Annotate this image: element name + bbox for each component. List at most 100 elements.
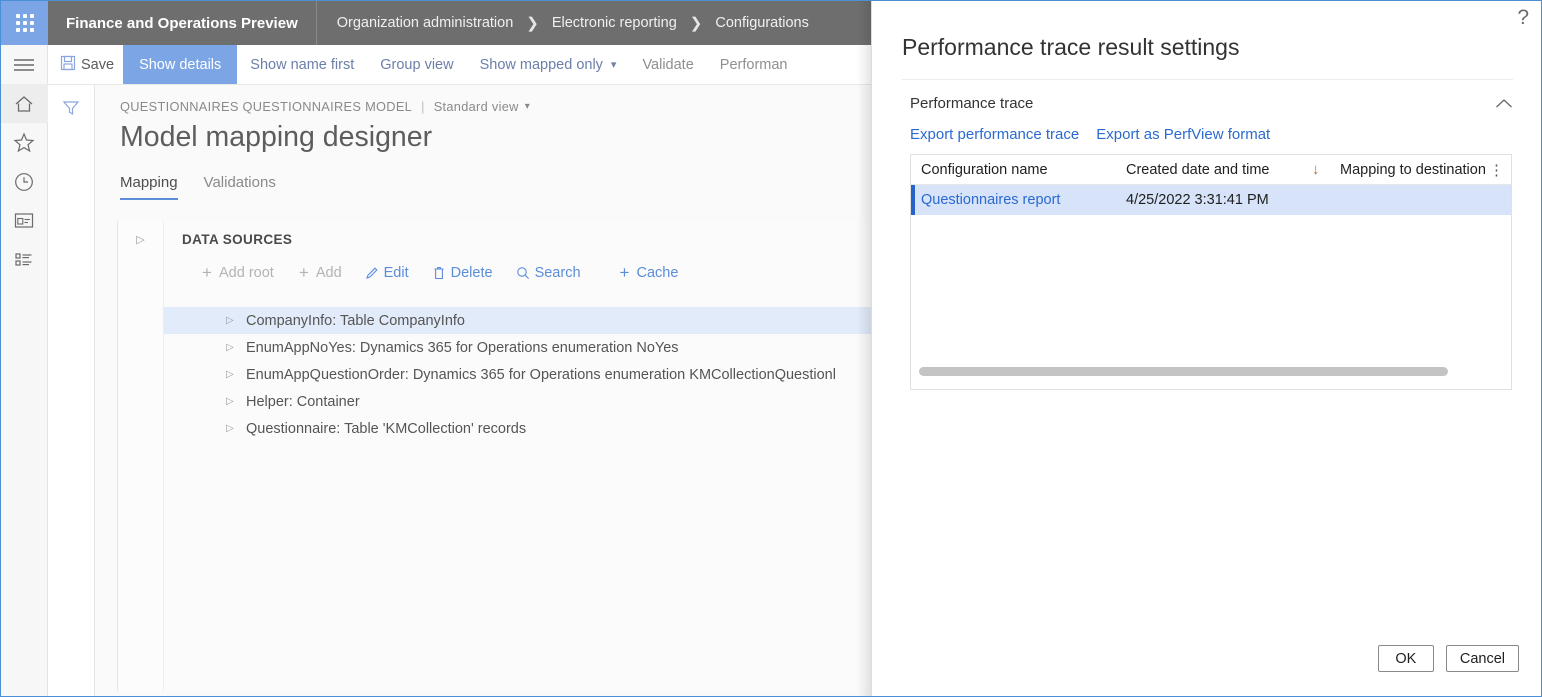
show-details-button[interactable]: Show details (123, 45, 238, 84)
tree-item-label: Questionnaire: Table 'KMCollection' reco… (246, 420, 527, 437)
expand-caret-icon[interactable]: ▷ (226, 396, 234, 407)
dialog-overlay-shadow (857, 1, 871, 696)
context-separator: | (421, 99, 425, 114)
pencil-icon (365, 266, 379, 280)
dialog-footer: OK Cancel (1377, 645, 1519, 672)
trash-icon (432, 266, 446, 280)
performance-trace-result-settings-dialog: ? Performance trace result settings Perf… (871, 1, 1541, 696)
help-icon[interactable]: ? (1517, 7, 1529, 28)
cancel-button[interactable]: Cancel (1445, 645, 1519, 672)
breadcrumb-item-electronic-reporting[interactable]: Electronic reporting (552, 15, 677, 31)
list-icon (13, 250, 35, 269)
chevron-up-icon[interactable] (1495, 98, 1513, 109)
tree-item-label: EnumAppNoYes: Dynamics 365 for Operation… (246, 339, 679, 356)
star-icon (13, 132, 35, 153)
view-selector[interactable]: Standard view ▾ (434, 99, 530, 114)
table-row[interactable]: Questionnaires report 4/25/2022 3:31:41 … (911, 185, 1511, 215)
cell-created-date-and-time: 4/25/2022 3:31:41 PM (1126, 192, 1269, 208)
plus-icon: + (298, 263, 309, 282)
ok-button[interactable]: OK (1377, 645, 1434, 672)
performance-trace-section-header: Performance trace (872, 80, 1541, 112)
add-root-button[interactable]: + Add root (190, 260, 284, 285)
clock-icon (13, 171, 35, 193)
edit-label: Edit (383, 264, 409, 281)
search-icon (516, 266, 530, 280)
search-button[interactable]: Search (506, 261, 591, 285)
hamburger-icon (13, 57, 35, 73)
add-button[interactable]: + Add (287, 260, 352, 285)
section-title: Performance trace (910, 95, 1034, 112)
row-selection-accent (911, 185, 915, 215)
left-navigation-rail (1, 45, 48, 696)
grid-horizontal-scrollbar[interactable] (911, 367, 1511, 379)
column-header-created-date-and-time[interactable]: Created date and time (1126, 162, 1312, 178)
export-performance-trace-link[interactable]: Export performance trace (910, 126, 1079, 143)
column-header-mapping-to-destination[interactable]: Mapping to destination (1340, 162, 1511, 178)
dialog-action-links: Export performance trace Export as PerfV… (872, 112, 1541, 143)
breadcrumb-separator-icon: ❯ (526, 15, 539, 32)
view-selector-label: Standard view (433, 99, 519, 114)
workspace-icon (13, 211, 35, 230)
show-name-first-button[interactable]: Show name first (237, 45, 367, 84)
cache-button[interactable]: + Cache (608, 260, 689, 285)
application-window: Finance and Operations Preview Organizat… (0, 0, 1542, 697)
add-label: Add (315, 264, 342, 281)
performance-trace-grid: Configuration name Created date and time… (910, 154, 1512, 390)
tree-item-label: EnumAppQuestionOrder: Dynamics 365 for O… (246, 366, 836, 383)
sort-descending-icon: ↓ (1312, 161, 1320, 178)
scrollbar-thumb[interactable] (919, 367, 1448, 376)
tab-mapping[interactable]: Mapping (120, 174, 178, 200)
breadcrumb-item-configurations[interactable]: Configurations (715, 15, 809, 31)
tree-item-label: CompanyInfo: Table CompanyInfo (246, 312, 465, 329)
breadcrumb-separator-icon: ❯ (689, 15, 703, 32)
expand-caret-icon[interactable]: ▷ (226, 423, 234, 434)
expand-caret-icon[interactable]: ▷ (226, 342, 234, 353)
save-button[interactable]: Save (48, 45, 123, 84)
breadcrumb: Organization administration ❯ Electronic… (317, 1, 829, 45)
chevron-down-icon: ▾ (610, 59, 617, 71)
app-launcher-button[interactable] (1, 1, 48, 45)
save-label: Save (81, 56, 115, 73)
breadcrumb-item-organization-administration[interactable]: Organization administration (337, 15, 514, 31)
data-sources-expand-column: ▷ (118, 221, 164, 691)
cell-configuration-name[interactable]: Questionnaires report (921, 192, 1126, 208)
column-header-configuration-name[interactable]: Configuration name (921, 162, 1126, 178)
chevron-down-icon: ▾ (524, 101, 531, 112)
validate-button[interactable]: Validate (629, 45, 706, 84)
navigation-menu-button[interactable] (1, 45, 48, 84)
expand-caret-icon[interactable]: ▷ (226, 369, 234, 380)
page-context-label: QUESTIONNAIRES QUESTIONNAIRES MODEL (120, 99, 413, 114)
filter-column (48, 85, 95, 696)
sidebar-item-home[interactable] (1, 84, 48, 123)
cache-label: Cache (636, 264, 679, 281)
delete-label: Delete (450, 264, 493, 281)
show-mapped-only-label: Show mapped only (479, 56, 603, 73)
export-as-perfview-format-link[interactable]: Export as PerfView format (1096, 126, 1270, 143)
tree-item-label: Helper: Container (246, 393, 360, 410)
plus-icon: + (619, 263, 630, 282)
edit-button[interactable]: Edit (355, 261, 419, 285)
grid-header-row: Configuration name Created date and time… (911, 155, 1511, 185)
save-disk-icon (60, 55, 76, 75)
sidebar-item-favorites[interactable] (1, 123, 48, 162)
search-label: Search (534, 264, 581, 281)
group-view-button[interactable]: Group view (367, 45, 466, 84)
home-icon (13, 94, 35, 114)
plus-icon: + (202, 263, 212, 282)
expand-caret-icon[interactable]: ▷ (226, 315, 234, 326)
group-view-label: Group view (380, 56, 454, 73)
show-mapped-only-dropdown[interactable]: Show mapped only ▾ (467, 45, 630, 84)
vertical-ellipsis-icon[interactable]: ⋮ (1489, 161, 1505, 179)
tab-validations[interactable]: Validations (204, 174, 276, 200)
expand-caret-icon[interactable]: ▷ (136, 233, 144, 691)
waffle-grid-icon (15, 14, 34, 32)
app-title: Finance and Operations Preview (48, 1, 317, 45)
delete-button[interactable]: Delete (422, 261, 503, 285)
sidebar-item-modules[interactable] (1, 240, 48, 279)
sidebar-item-recent[interactable] (1, 162, 48, 201)
add-root-label: Add root (219, 264, 274, 281)
filter-funnel-icon[interactable] (62, 99, 80, 696)
performance-button[interactable]: Performan (707, 45, 801, 84)
dialog-title: Performance trace result settings (902, 34, 1240, 60)
sidebar-item-workspaces[interactable] (1, 201, 48, 240)
